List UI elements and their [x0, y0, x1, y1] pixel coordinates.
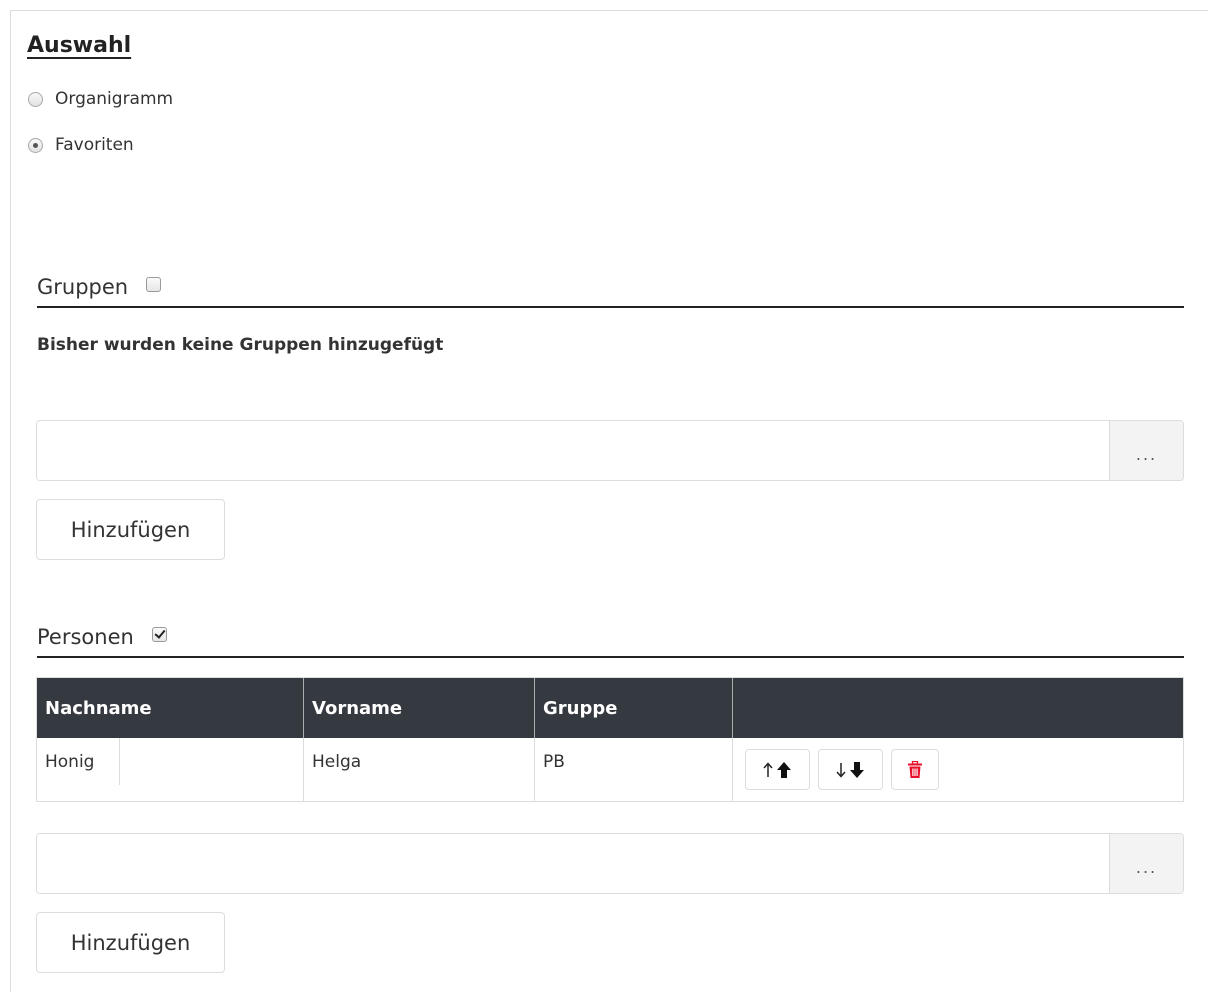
table-row: Honig Helga PB [37, 738, 1183, 801]
persons-checkbox[interactable] [151, 626, 167, 642]
section-title-auswahl: Auswahl [27, 33, 132, 58]
column-header-vorname: Vorname [304, 678, 535, 738]
radio-organigramm[interactable]: Organigramm [28, 89, 173, 109]
arrow-up-icon [760, 760, 796, 780]
cell-gruppe: PB [535, 738, 733, 801]
column-header-nachname: Nachname [37, 678, 304, 738]
cell-actions [733, 738, 1183, 801]
radio-label-organigramm: Organigramm [55, 89, 174, 109]
persons-header-label: Personen [37, 625, 134, 649]
groups-header: Gruppen [37, 268, 1184, 308]
cell-nachname: Honig [37, 738, 304, 801]
delete-button[interactable] [891, 749, 939, 790]
arrow-down-icon [833, 760, 869, 780]
row-actions [741, 749, 1183, 790]
table-header-row: Nachname Vorname Gruppe [37, 678, 1183, 738]
cell-nachname-value: Honig [45, 752, 95, 772]
persons-add-button[interactable]: Hinzufügen [36, 912, 225, 973]
groups-empty-message: Bisher wurden keine Gruppen hinzugefügt [37, 335, 444, 355]
cell-vorname: Helga [304, 738, 535, 801]
move-down-button[interactable] [818, 749, 883, 790]
persons-input-group: ... [36, 833, 1184, 894]
move-up-button[interactable] [745, 749, 810, 790]
column-header-actions [733, 678, 1183, 738]
groups-browse-button[interactable]: ... [1109, 421, 1183, 480]
groups-add-button[interactable]: Hinzufügen [36, 499, 225, 560]
column-header-gruppe: Gruppe [535, 678, 733, 738]
persons-table: Nachname Vorname Gruppe Honig Helga PB [36, 677, 1184, 802]
persons-header: Personen [37, 618, 1184, 658]
groups-checkbox[interactable] [146, 276, 162, 292]
groups-input-group: ... [36, 420, 1184, 481]
groups-header-label: Gruppen [37, 275, 129, 299]
trash-icon [907, 760, 923, 779]
radio-button-organigramm[interactable] [28, 91, 43, 107]
radio-favoriten[interactable]: Favoriten [28, 135, 134, 155]
persons-browse-button[interactable]: ... [1109, 834, 1183, 893]
radio-button-favoriten[interactable] [28, 137, 43, 153]
radio-label-favoriten: Favoriten [55, 135, 134, 155]
cell-divider [119, 738, 120, 785]
persons-search-input[interactable] [37, 834, 1109, 893]
groups-search-input[interactable] [37, 421, 1109, 480]
